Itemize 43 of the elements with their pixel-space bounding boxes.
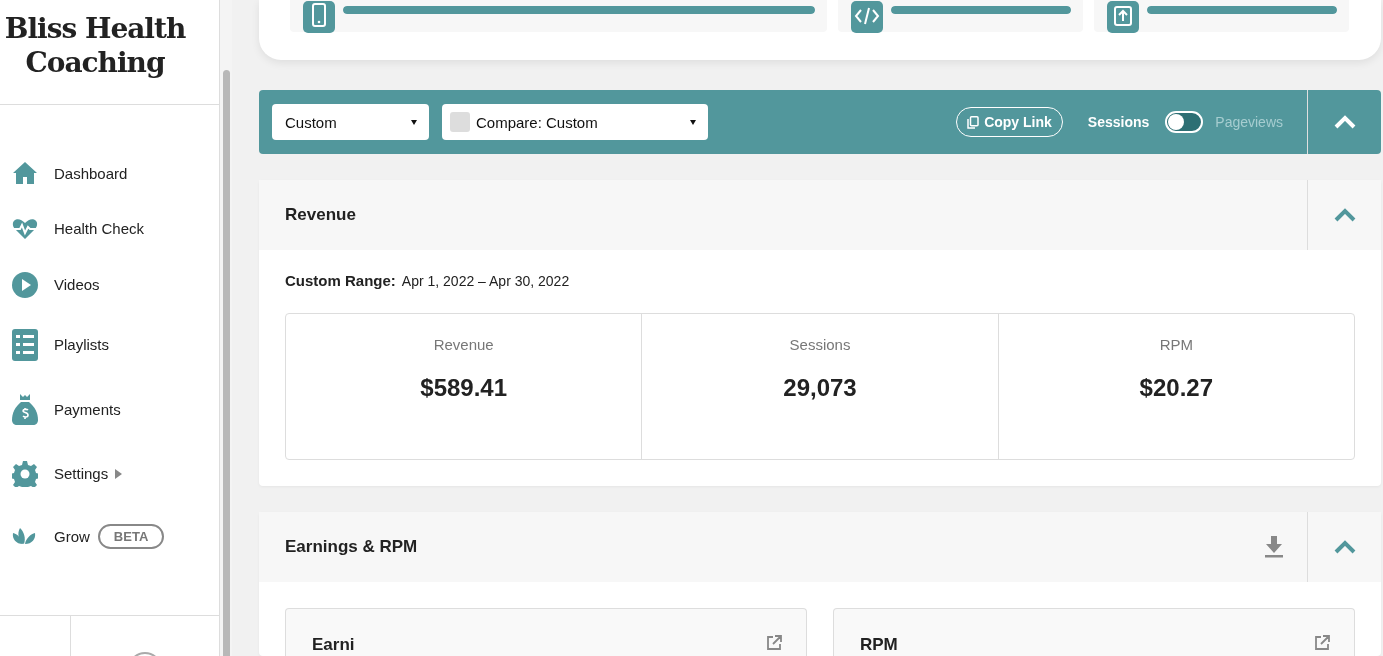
stat-value: $589.41 <box>419 374 509 402</box>
color-swatch <box>450 112 470 133</box>
beta-badge: BETA <box>97 523 165 549</box>
nav-item[interactable]: Grow BETA <box>0 505 219 567</box>
card-title: RPM <box>860 635 898 656</box>
nav-item[interactable]: Videos <box>0 256 219 313</box>
range-value: Apr 1, 2022 – Apr 30, 2022 <box>401 273 570 289</box>
stat-value: $20.27 <box>1138 374 1214 402</box>
toggle-label: Sessions <box>1087 114 1150 131</box>
card-title: Earni <box>312 635 355 656</box>
nav-item[interactable]: Dashboard <box>0 145 219 201</box>
heart-pulse-icon <box>12 217 38 240</box>
nav-item[interactable]: Playlists <box>0 313 219 376</box>
stat-value: 29,073 <box>782 374 858 402</box>
nav-item[interactable]: Health Check <box>0 201 219 256</box>
panel-title: Earnings & RPM <box>285 537 419 557</box>
home-icon <box>12 161 38 185</box>
money-bag-icon <box>12 393 38 425</box>
range-label: Custom Range: <box>285 272 396 289</box>
chevron-up-icon <box>1333 540 1356 554</box>
play-icon <box>12 271 38 298</box>
chevron-up-icon <box>1333 115 1356 130</box>
range-select[interactable]: Custom <box>272 104 429 141</box>
nav-item[interactable]: Settings <box>0 442 219 505</box>
view-toggle[interactable] <box>1165 111 1204 134</box>
nav-item[interactable]: Payments <box>0 376 219 442</box>
panel-title: Revenue <box>285 205 357 225</box>
external-link-icon[interactable] <box>1314 635 1330 651</box>
chevron-up-icon <box>1333 208 1356 222</box>
toggle-label: Pageviews <box>1215 114 1283 131</box>
stat-label: RPM <box>1158 336 1194 353</box>
list-icon <box>12 328 38 361</box>
caret-icon <box>411 119 417 125</box>
stat-label: Revenue <box>432 336 495 353</box>
copy-icon <box>967 115 980 129</box>
leaf-icon <box>12 527 36 545</box>
external-link-icon[interactable] <box>766 635 782 651</box>
gear-icon <box>12 460 38 487</box>
stat-label: Sessions <box>788 336 852 353</box>
caret-icon <box>690 119 696 125</box>
brand-logo: Bliss Health Coaching <box>3 12 187 80</box>
compare-select[interactable]: Compare: Custom <box>442 104 708 141</box>
download-icon[interactable] <box>1265 536 1283 558</box>
